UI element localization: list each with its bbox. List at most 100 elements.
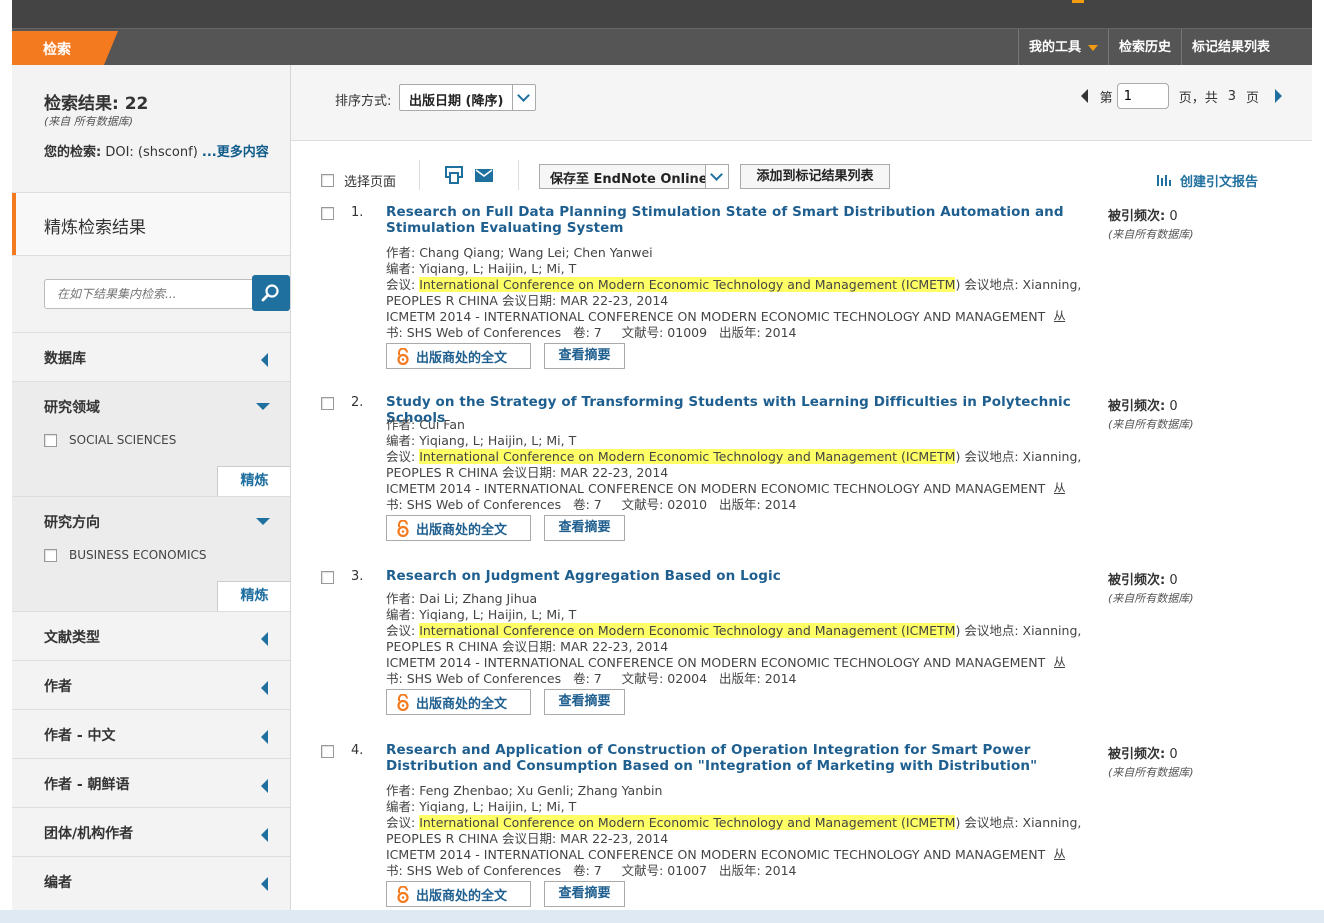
result-count: 检索结果: 22 xyxy=(44,94,149,114)
view-abstract-button[interactable]: 查看摘要 xyxy=(544,515,625,541)
conference-label: 会议: xyxy=(386,449,416,464)
record-editors: Yiqiang, L; Haijin, L; Mi, T xyxy=(419,799,577,814)
year-label: 出版年: xyxy=(718,671,761,686)
record-checkbox[interactable] xyxy=(321,571,334,584)
facet-group-author[interactable]: 团体/机构作者 xyxy=(12,807,290,856)
chevron-down-icon xyxy=(517,89,530,102)
caret-down-icon xyxy=(1087,44,1098,51)
cited-count[interactable]: 0 xyxy=(1169,399,1177,414)
record-citations: 被引频次: 0 (来自所有数据库) xyxy=(1108,743,1194,780)
print-icon[interactable] xyxy=(445,166,463,184)
collapse-arrow-icon[interactable] xyxy=(256,403,270,410)
divider xyxy=(419,160,420,190)
publisher-full-text-label: 出版商处的全文 xyxy=(416,888,508,904)
publisher-full-text-button[interactable]: 出版商处的全文 xyxy=(386,689,531,715)
publisher-full-text-button[interactable]: 出版商处的全文 xyxy=(386,343,531,369)
location-label: 会议地点: xyxy=(964,277,1019,292)
facet-editor[interactable]: 编者 xyxy=(12,856,290,905)
record-checkbox[interactable] xyxy=(321,397,334,410)
record-actions: 出版商处的全文 查看摘要 xyxy=(386,343,625,369)
nav-search-history[interactable]: 检索历史 xyxy=(1107,29,1181,66)
record-title-link[interactable]: Research and Application of Construction… xyxy=(386,742,1076,774)
record-title-link[interactable]: Research on Full Data Planning Stimulati… xyxy=(386,204,1076,236)
expand-arrow-icon xyxy=(261,779,268,793)
record-authors-line: 作者: Dai Li; Zhang Jihua xyxy=(386,591,1086,607)
sort-select[interactable]: 出版日期 (降序) xyxy=(399,84,536,111)
next-page-icon[interactable] xyxy=(1275,89,1282,103)
publisher-full-text-label: 出版商处的全文 xyxy=(416,350,508,366)
nav-marked-list[interactable]: 标记结果列表 xyxy=(1180,29,1280,66)
record-checkbox[interactable] xyxy=(321,745,334,758)
facet-author-chinese[interactable]: 作者 - 中文 xyxy=(12,709,290,758)
series-label-head: 书: xyxy=(386,325,403,340)
year-label: 出版年: xyxy=(718,863,761,878)
view-abstract-button[interactable]: 查看摘要 xyxy=(544,881,625,907)
within-results-search-button[interactable] xyxy=(252,275,290,311)
cited-count[interactable]: 0 xyxy=(1169,747,1177,762)
record-proceedings: ICMETM 2014 - INTERNATIONAL CONFERENCE O… xyxy=(386,309,1046,324)
open-access-lock-icon xyxy=(397,693,409,711)
record-source-line: 书: SHS Web of Conferences 卷: 7 文献号: 0201… xyxy=(386,497,1086,513)
page-number-input[interactable] xyxy=(1116,83,1169,109)
publisher-full-text-button[interactable]: 出版商处的全文 xyxy=(386,881,531,907)
record-authors-line: 作者: Cui Fan xyxy=(386,417,1086,433)
save-endnote-select[interactable]: 保存至 EndNote Online xyxy=(539,164,729,189)
view-abstract-button[interactable]: 查看摘要 xyxy=(544,343,625,369)
refine-accent-bar xyxy=(12,193,16,255)
tab-search[interactable]: 检索 xyxy=(12,31,118,65)
facet-label[interactable]: 研究领域 xyxy=(44,397,100,417)
checkbox[interactable] xyxy=(44,433,57,447)
refine-button[interactable]: 精炼 xyxy=(217,581,290,612)
record-conference: International Conference on Modern Econo… xyxy=(419,815,956,830)
open-access-lock-icon xyxy=(397,885,409,903)
facet-option-business-economics[interactable]: BUSINESS ECONOMICS xyxy=(44,548,207,562)
query-more-link[interactable]: ...更多内容 xyxy=(202,145,269,160)
cited-count[interactable]: 0 xyxy=(1169,573,1177,588)
publisher-full-text-button[interactable]: 出版商处的全文 xyxy=(386,515,531,541)
refine-title: 精炼检索结果 xyxy=(44,218,146,238)
add-to-marked-list-button[interactable]: 添加到标记结果列表 xyxy=(740,164,890,189)
facet-author-korean[interactable]: 作者 - 朝鲜语 xyxy=(12,758,290,807)
page-total: 3 xyxy=(1227,88,1236,104)
within-results-input[interactable] xyxy=(44,279,264,309)
authors-label: 作者: xyxy=(386,417,416,432)
facet-author[interactable]: 作者 xyxy=(12,660,290,709)
authors-label: 作者: xyxy=(386,591,416,606)
article-no-label: 文献号: xyxy=(621,863,664,878)
refine-button[interactable]: 精炼 xyxy=(217,466,290,497)
record-title-link[interactable]: Research on Judgment Aggregation Based o… xyxy=(386,568,1076,584)
facet-label: 文献类型 xyxy=(44,630,100,646)
tab-search-tip xyxy=(104,31,118,65)
view-abstract-button[interactable]: 查看摘要 xyxy=(544,689,625,715)
year-label: 出版年: xyxy=(718,325,761,340)
record-series: SHS Web of Conferences xyxy=(406,497,562,512)
cited-source: (来自所有数据库) xyxy=(1108,592,1194,605)
facet-database[interactable]: 数据库 xyxy=(12,332,290,381)
prev-page-icon[interactable] xyxy=(1080,89,1088,103)
cited-count[interactable]: 0 xyxy=(1169,209,1177,224)
email-icon[interactable] xyxy=(475,169,493,182)
facet-option-social-sciences[interactable]: SOCIAL SCIENCES xyxy=(44,433,176,447)
collapse-arrow-icon[interactable] xyxy=(256,518,270,525)
record-authors: Feng Zhenbao; Xu Genli; Zhang Yanbin xyxy=(419,783,663,798)
select-page-checkbox[interactable] xyxy=(321,174,334,187)
series-label-head: 书: xyxy=(386,671,403,686)
facet-document-type[interactable]: 文献类型 xyxy=(12,611,290,660)
date-label: 会议日期: xyxy=(501,831,557,846)
record-date-line: PEOPLES R CHINA 会议日期: MAR 22-23, 2014 xyxy=(386,465,1086,481)
query-value: DOI: (shsconf) xyxy=(101,145,202,160)
select-page[interactable]: 选择页面 xyxy=(321,171,396,190)
results-toolbar: 选择页面 保存至 EndNote Online 添加到标记结果列表 创建引文报告 xyxy=(291,160,1312,190)
authors-label: 作者: xyxy=(386,783,416,798)
cited-label: 被引频次: xyxy=(1108,399,1166,414)
facet-label[interactable]: 研究方向 xyxy=(44,512,100,532)
create-citation-report-link[interactable]: 创建引文报告 xyxy=(1157,171,1258,190)
record-checkbox[interactable] xyxy=(321,207,334,220)
nav-my-tools[interactable]: 我的工具 xyxy=(1017,29,1108,66)
volume-label: 卷: xyxy=(573,671,590,686)
record-actions: 出版商处的全文 查看摘要 xyxy=(386,515,625,541)
record-country: PEOPLES R CHINA xyxy=(386,293,498,308)
conference-label: 会议: xyxy=(386,815,416,830)
checkbox[interactable] xyxy=(44,548,57,562)
result-source: (来自 所有数据库) xyxy=(44,115,134,128)
